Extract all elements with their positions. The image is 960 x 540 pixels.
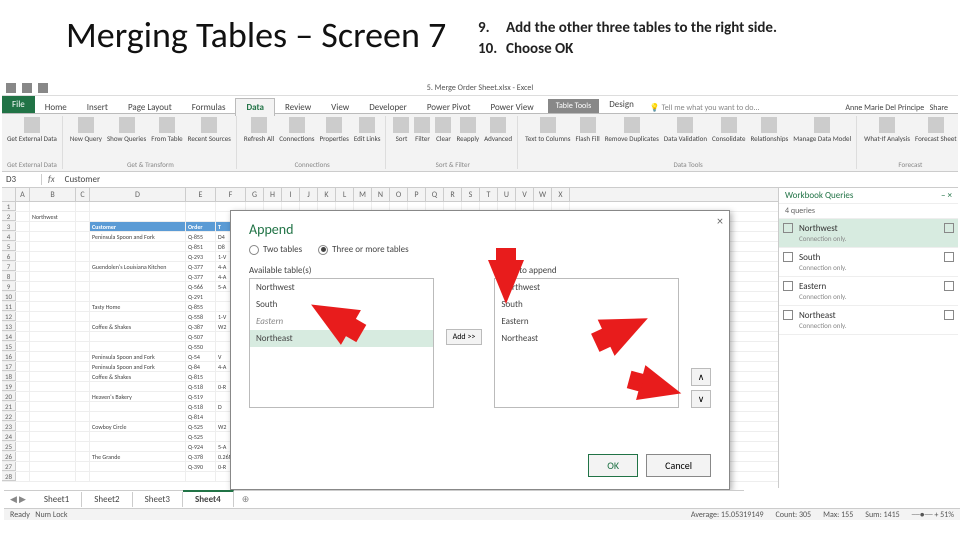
tab-home[interactable]: Home — [35, 99, 77, 116]
context-tab-group: Table Tools — [548, 99, 600, 113]
formula-value[interactable]: Customer — [61, 174, 104, 185]
close-icon[interactable]: – × — [941, 190, 952, 201]
sheet-tab[interactable]: Sheet2 — [82, 492, 132, 507]
tab-formulas[interactable]: Formulas — [182, 99, 236, 116]
move-down-button[interactable]: ∨ — [691, 390, 711, 408]
name-box[interactable]: D3 — [2, 174, 42, 185]
dialog-title: Append — [231, 211, 729, 242]
ribbon-edit-links[interactable]: Edit Links — [353, 116, 382, 144]
formula-bar[interactable]: D3 fx Customer — [2, 172, 958, 188]
tab-view[interactable]: View — [321, 99, 359, 116]
ribbon-filter[interactable]: Filter — [413, 116, 431, 144]
list-item[interactable]: Northwest — [250, 279, 433, 296]
redo-icon[interactable] — [38, 83, 48, 93]
sheet-tab[interactable]: Sheet3 — [133, 492, 183, 507]
ribbon-consolidate[interactable]: Consolidate — [711, 116, 746, 144]
tab-page-layout[interactable]: Page Layout — [118, 99, 182, 116]
ribbon-advanced[interactable]: Advanced — [483, 116, 513, 144]
workbook-queries-pane: Workbook Queries – × 4 queries NorthwestC… — [778, 188, 958, 488]
query-item[interactable]: SouthConnection only. — [779, 248, 958, 277]
ribbon-what-if-analysis[interactable]: What-If Analysis — [863, 116, 911, 144]
query-item[interactable]: NorthwestConnection only. — [779, 219, 958, 248]
ribbon-sort[interactable]: Sort — [392, 116, 410, 144]
radio-two-tables[interactable]: Two tables — [249, 244, 302, 255]
ribbon-data-validation[interactable]: Data Validation — [663, 116, 708, 144]
cancel-button[interactable]: Cancel — [646, 454, 711, 477]
quick-access-toolbar[interactable] — [6, 83, 48, 93]
sheet-tabs[interactable]: ◀ ▶ Sheet1Sheet2Sheet3Sheet4 ⊕ — [4, 490, 744, 508]
tab-power-view[interactable]: Power View — [480, 99, 543, 116]
ribbon-flash-fill[interactable]: Flash Fill — [574, 116, 600, 144]
slide-steps: 9.Add the other three tables to the righ… — [478, 18, 777, 60]
queries-title: Workbook Queries — [785, 190, 853, 201]
tab-power-pivot[interactable]: Power Pivot — [417, 99, 481, 116]
query-item[interactable]: EasternConnection only. — [779, 277, 958, 306]
move-up-button[interactable]: ∧ — [691, 368, 711, 386]
sheet-nav-icon[interactable]: ◀ ▶ — [4, 494, 32, 505]
dialog-close-icon[interactable]: × — [717, 215, 723, 229]
tab-review[interactable]: Review — [275, 99, 321, 116]
ribbon-text-to-columns[interactable]: Text to Columns — [524, 116, 571, 144]
save-icon[interactable] — [6, 83, 16, 93]
sheet-tab[interactable]: Sheet1 — [32, 492, 82, 507]
status-bar: Ready Num Lock Average: 15.05319149 Coun… — [4, 508, 960, 520]
ribbon-remove-duplicates[interactable]: Remove Duplicates — [604, 116, 660, 144]
window-title: 5. Merge Order Sheet.xlsx - Excel — [427, 83, 533, 93]
zoom-level[interactable]: ──●── + 51% — [912, 510, 954, 520]
tab-insert[interactable]: Insert — [77, 99, 118, 116]
radio-three-or-more[interactable]: Three or more tables — [318, 244, 409, 255]
tab-data[interactable]: Data — [235, 98, 275, 116]
queries-count: 4 queries — [779, 204, 958, 219]
sheet-tab[interactable]: Sheet4 — [183, 490, 234, 507]
ribbon: Get External DataGet External DataNew Qu… — [2, 114, 958, 172]
ok-button[interactable]: OK — [588, 454, 638, 477]
column-headers[interactable]: ABCDEFGHIJKLMNOPQRSTUVWX — [2, 188, 778, 202]
ribbon-recent-sources[interactable]: Recent Sources — [187, 116, 232, 144]
file-tab[interactable]: File — [2, 96, 35, 113]
append-dialog: × Append Two tables Three or more tables… — [230, 210, 730, 490]
ribbon-get-external-data[interactable]: Get External Data — [6, 116, 58, 144]
available-label: Available table(s) — [249, 265, 434, 276]
add-button[interactable]: Add >> — [446, 329, 483, 345]
add-sheet-icon[interactable]: ⊕ — [234, 494, 258, 505]
ribbon-properties[interactable]: Properties — [318, 116, 349, 144]
tell-me[interactable]: 💡 Tell me what you want to do... — [650, 103, 760, 113]
annotation-arrow — [488, 260, 524, 304]
ribbon-forecast-sheet[interactable]: Forecast Sheet — [914, 116, 958, 144]
tab-design[interactable]: Design — [599, 96, 644, 113]
ribbon-clear[interactable]: Clear — [434, 116, 452, 144]
query-item[interactable]: NortheastConnection only. — [779, 306, 958, 335]
undo-icon[interactable] — [22, 83, 32, 93]
ribbon-relationships[interactable]: Relationships — [750, 116, 790, 144]
titlebar: 5. Merge Order Sheet.xlsx - Excel — [2, 80, 958, 96]
user-label[interactable]: Anne Marie Del Principe Share — [845, 103, 948, 113]
ribbon-refresh-all[interactable]: Refresh All — [243, 116, 275, 144]
ribbon-from-table[interactable]: From Table — [150, 116, 183, 144]
ribbon-manage-data-model[interactable]: Manage Data Model — [792, 116, 852, 144]
ribbon-reapply[interactable]: Reapply — [455, 116, 480, 144]
slide-title: Merging Tables – Screen 7 — [66, 16, 446, 56]
ribbon-tabs: File HomeInsertPage LayoutFormulasDataRe… — [2, 96, 958, 114]
excel-window: 5. Merge Order Sheet.xlsx - Excel File H… — [2, 80, 958, 520]
ribbon-connections[interactable]: Connections — [278, 116, 315, 144]
ribbon-show-queries[interactable]: Show Queries — [106, 116, 147, 144]
fx-icon[interactable]: fx — [42, 174, 61, 185]
ribbon-new-query[interactable]: New Query — [69, 116, 103, 144]
tab-developer[interactable]: Developer — [359, 99, 417, 116]
